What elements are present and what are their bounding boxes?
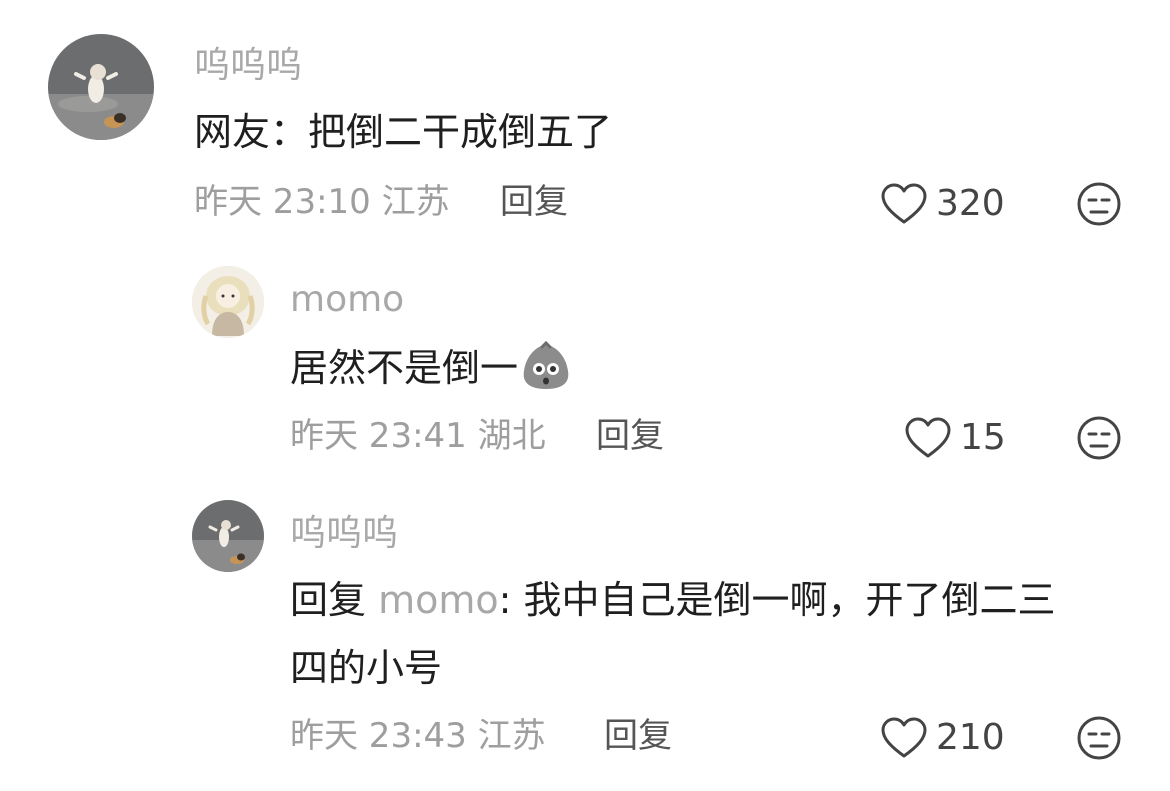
cat-photo-avatar[interactable] (48, 34, 154, 140)
comment-text-continued: 四的小号 (290, 646, 443, 690)
anime-girl-avatar-image (192, 266, 264, 338)
heart-outline-icon (880, 716, 928, 760)
comment-time: 昨天 23:43 (290, 716, 467, 756)
comment-text-body: : 我中自己是倒一啊，开了倒二三 (498, 578, 1056, 622)
heart-outline-icon (880, 182, 928, 226)
comment-location: 湖北 (477, 416, 546, 456)
like-button[interactable]: 320 (880, 182, 1005, 226)
unamused-face-icon (1076, 181, 1122, 227)
comment-text: 居然不是倒一 (290, 340, 572, 396)
like-count: 15 (960, 417, 1006, 458)
comment-item: momo 居然不是倒一 昨天 23:41 湖北 回复 15 (0, 240, 1170, 480)
like-button[interactable]: 15 (904, 416, 1006, 460)
comment-username[interactable]: momo (290, 280, 404, 320)
cat-photo-avatar-image (48, 34, 154, 140)
comment-text-body: 居然不是倒一 (290, 346, 519, 390)
dislike-button[interactable] (1076, 715, 1122, 761)
reply-button[interactable]: 回复 (604, 716, 672, 756)
comment-time: 昨天 23:10 (194, 182, 371, 222)
comment-meta: 昨天 23:43 江苏 (290, 716, 546, 756)
comment-meta: 昨天 23:10 江苏 (194, 182, 450, 222)
cat-photo-avatar[interactable] (192, 500, 264, 572)
potato-emoji (520, 341, 572, 393)
heart-outline-icon (904, 416, 952, 460)
comment-text: 回复 momo: 我中自己是倒一啊，开了倒二三 (290, 572, 1056, 628)
like-button[interactable]: 210 (880, 716, 1005, 760)
reply-button[interactable]: 回复 (596, 416, 664, 456)
anime-girl-avatar[interactable] (192, 266, 264, 338)
like-count: 320 (936, 183, 1005, 224)
comment-time: 昨天 23:41 (290, 416, 467, 456)
comment-item: 呜呜呜 网友：把倒二干成倒五了 昨天 23:10 江苏 回复 320 (0, 0, 1170, 240)
dislike-button[interactable] (1076, 181, 1122, 227)
reply-prefix: 回复 (290, 578, 367, 622)
comment-meta: 昨天 23:41 湖北 (290, 416, 546, 456)
comment-username[interactable]: 呜呜呜 (290, 514, 398, 554)
unamused-face-icon (1076, 715, 1122, 761)
reply-button[interactable]: 回复 (500, 182, 568, 222)
like-count: 210 (936, 717, 1005, 758)
comment-location: 江苏 (381, 182, 450, 222)
unamused-face-icon (1076, 415, 1122, 461)
reply-to-username[interactable]: momo (378, 578, 499, 622)
cat-photo-avatar-image (192, 500, 264, 572)
comment-text: 网友：把倒二干成倒五了 (194, 110, 613, 154)
comment-username[interactable]: 呜呜呜 (194, 46, 302, 86)
comment-item: 呜呜呜 回复 momo: 我中自己是倒一啊，开了倒二三 四的小号 昨天 23:4… (0, 480, 1170, 791)
comment-location: 江苏 (477, 716, 546, 756)
dislike-button[interactable] (1076, 415, 1122, 461)
